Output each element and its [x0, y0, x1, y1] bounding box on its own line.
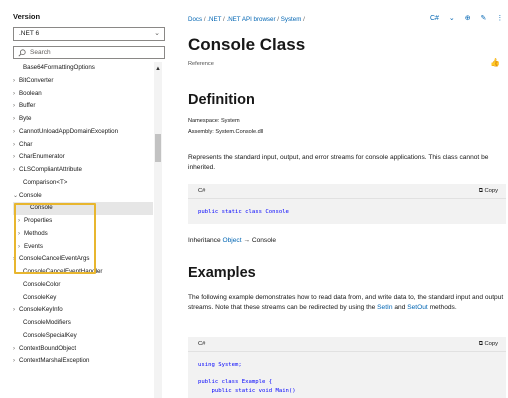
reference-label: Reference [188, 61, 214, 67]
toc-list: Base64FormattingOptions › BitConverter › B… [13, 62, 153, 368]
chevron-right-icon: › [13, 141, 15, 148]
inheritance-object-link[interactable]: Object [222, 237, 241, 244]
breadcrumb-api-browser[interactable]: .NET API browser [226, 16, 275, 23]
code-line-1: public static class Console [198, 209, 289, 215]
chevron-right-icon: › [13, 345, 15, 352]
version-select[interactable]: .NET 6 ⌄ [13, 27, 165, 41]
chevron-right-icon: › [13, 256, 15, 263]
toc-item-base64formattingoptions[interactable]: Base64FormattingOptions [13, 62, 153, 75]
code-declaration: public static class Console [188, 199, 506, 226]
toc-item-methods[interactable]: › Methods [13, 228, 153, 241]
toc-item-contextmarshalexception[interactable]: › ContextMarshalException [13, 355, 153, 368]
toc-item-consolekeyinfo[interactable]: › ConsoleKeyInfo [13, 304, 153, 317]
toc-item-clscompliantattribute[interactable]: › CLSCompliantAttribute [13, 164, 153, 177]
add-collection-icon[interactable]: ⊕ [465, 15, 471, 22]
code-line-1: using System; [198, 362, 242, 368]
chevron-right-icon: › [13, 358, 15, 365]
code-block-declaration: C# ⧉ Copy public static class Console [188, 184, 506, 224]
breadcrumb-dotnet[interactable]: .NET [207, 16, 221, 23]
version-label: Version [13, 12, 41, 21]
version-value: .NET 6 [19, 30, 40, 37]
breadcrumb-docs[interactable]: Docs [188, 16, 202, 23]
copy-button[interactable]: ⧉ Copy [479, 184, 498, 199]
chevron-right-icon: › [13, 307, 15, 314]
toc-item-consolecanceleventhandler[interactable]: ConsoleCancelEventHandler [13, 266, 153, 279]
code-line-2: public class Example { [198, 379, 273, 385]
code-block-example: C# ⧉ Copy using System; public class Exa… [188, 337, 506, 398]
toc-item-contextboundobject[interactable]: › ContextBoundObject [13, 343, 153, 356]
namespace-line: Namespace: System [188, 118, 240, 124]
language-selector[interactable]: C# ⌄ [430, 15, 455, 22]
chevron-down-icon: ⌄ [13, 192, 19, 199]
search-input[interactable]: Search [13, 46, 165, 59]
chevron-right-icon: › [13, 154, 15, 161]
breadcrumb-system[interactable]: System [281, 16, 302, 23]
class-description: Represents the standard input, output, a… [188, 154, 489, 171]
examples-description: The following example demonstrates how t… [188, 294, 504, 311]
chevron-right-icon: › [13, 116, 15, 122]
copy-icon: ⧉ [478, 341, 483, 347]
toc-item-consolemodifiers[interactable]: ConsoleModifiers [13, 317, 153, 330]
chevron-right-icon: › [18, 243, 20, 250]
scroll-up-arrow-icon[interactable]: ▲ [155, 66, 161, 72]
toc-item-consolespecialkey[interactable]: ConsoleSpecialKey [13, 330, 153, 343]
definition-heading: Definition [188, 92, 255, 108]
chevron-right-icon: › [13, 103, 15, 110]
chevron-right-icon: › [13, 90, 15, 97]
toc-item-byte[interactable]: › Byte [13, 113, 153, 126]
assembly-line: Assembly: System.Console.dll [188, 129, 264, 135]
copy-icon: ⧉ [478, 188, 483, 194]
toc-item-events[interactable]: › Events [13, 241, 153, 254]
toc-item-comparison[interactable]: Comparison<T> [13, 177, 153, 190]
toc-item-char[interactable]: › Char [13, 139, 153, 152]
inheritance-line: Inheritance Object → Console [188, 237, 277, 244]
toc-scrollbar[interactable] [154, 62, 162, 398]
code-line-3: public static void Main() [198, 387, 296, 394]
toc-scrollbar-thumb[interactable] [155, 134, 161, 162]
chevron-right-icon: › [13, 167, 15, 173]
toc-item-console[interactable]: ⌄ Console [13, 190, 153, 203]
toc-item-console-overview[interactable]: Console [13, 202, 153, 215]
thumbs-up-icon[interactable]: 👍 [490, 58, 500, 67]
chevron-right-icon: › [13, 77, 15, 84]
sidebar: Version .NET 6 ⌄ Search Base64Formatting… [0, 0, 170, 398]
code-language-label: C# [198, 341, 206, 347]
code-example: using System; public class Example { pub… [188, 352, 506, 398]
toc-item-consolecanceleventargs[interactable]: › ConsoleCancelEventArgs [13, 253, 153, 266]
search-placeholder: Search [30, 49, 51, 56]
page-title: Console Class [188, 35, 306, 54]
toc-item-boolean[interactable]: › Boolean [13, 88, 153, 101]
chevron-right-icon: › [18, 218, 20, 224]
toc-item-buffer[interactable]: › Buffer [13, 100, 153, 113]
chevron-right-icon: › [18, 230, 20, 237]
toc-item-cannotunloadappdomainexception[interactable]: › CannotUnloadAppDomainException [13, 126, 153, 139]
copy-button[interactable]: ⧉ Copy [479, 337, 498, 352]
edit-icon[interactable]: ✎ [481, 15, 487, 22]
main-content: Docs / .NET / .NET API browser / System … [178, 0, 508, 398]
toc-item-properties[interactable]: › Properties [13, 215, 153, 228]
top-actions: C# ⌄ ⊕ ✎ ⋮ [430, 14, 508, 22]
toc-item-consolekey[interactable]: ConsoleKey [13, 292, 153, 305]
code-language-label: C# [198, 188, 206, 194]
more-icon[interactable]: ⋮ [496, 15, 503, 22]
breadcrumb: Docs / .NET / .NET API browser / System … [188, 16, 305, 23]
setin-link[interactable]: SetIn [377, 304, 392, 311]
chevron-down-icon: ⌄ [154, 30, 160, 37]
examples-heading: Examples [188, 265, 256, 281]
search-icon [18, 49, 26, 57]
feedback-icons: 👍 [490, 58, 500, 67]
toc-item-charenumerator[interactable]: › CharEnumerator [13, 151, 153, 164]
toc-item-bitconverter[interactable]: › BitConverter [13, 75, 153, 88]
toc-item-consolecolor[interactable]: ConsoleColor [13, 279, 153, 292]
setout-link[interactable]: SetOut [407, 304, 428, 311]
chevron-right-icon: › [13, 128, 15, 135]
